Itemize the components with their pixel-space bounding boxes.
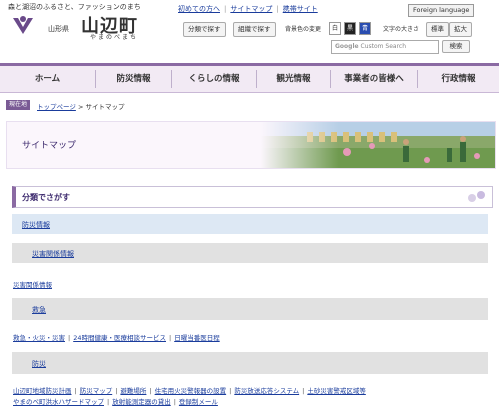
evacuation-site-link[interactable]: 避難場所 (120, 387, 146, 395)
flower-decoration-icon (468, 191, 485, 202)
top-links: 初めての方へ | サイトマップ | 携帯サイト (178, 5, 318, 13)
search-by-category-button[interactable]: 分類で探す (183, 22, 226, 37)
nav-disaster-info[interactable]: 防災情報 (96, 66, 171, 92)
sitemap-link[interactable]: サイトマップ (230, 5, 272, 13)
bg-black-button[interactable]: 黒 (344, 22, 356, 35)
disaster-map-link[interactable]: 防災マップ (80, 387, 113, 395)
town-emblem-icon (13, 16, 33, 34)
breadcrumb-current: サイトマップ (85, 103, 125, 111)
mobile-site-link[interactable]: 携帯サイト (283, 5, 318, 13)
search-brand: Google (335, 43, 359, 50)
category-disaster-info-link[interactable]: 防災情報 (22, 220, 50, 230)
disaster-related-info-link[interactable]: 災害関係情報 (13, 281, 52, 289)
text-size-large-button[interactable]: 拡大 (449, 22, 472, 37)
nav-home[interactable]: ホーム (0, 66, 95, 92)
breadcrumb-badge: 現在地 (6, 100, 31, 110)
subcategory-row: 災害関係情報 (12, 243, 488, 263)
link-line: 山辺町地域防災計画 | 防災マップ | 避難場所 | 住宅用火災警報器の設置 | 防災放送応答シ… (13, 387, 366, 395)
subcategory-disaster-related-link[interactable]: 災害関係情報 (32, 249, 74, 259)
nav-living-info[interactable]: くらしの情報 (172, 66, 256, 92)
nav-administration[interactable]: 行政情報 (418, 66, 499, 92)
subcategory-bousai-link[interactable]: 防災 (32, 359, 46, 369)
breadcrumb-home-link[interactable]: トップページ (37, 103, 76, 111)
subcategory-row: 救急 (12, 298, 488, 320)
subcategory-row: 防災 (12, 352, 488, 374)
breadcrumb-separator: > (77, 103, 84, 111)
breadcrumb: トップページ > サイトマップ (37, 101, 124, 111)
subcategory-emergency-link[interactable]: 救急 (32, 305, 46, 315)
town-reading: やまのべまち (90, 34, 139, 41)
section-title: 分類でさがす (22, 193, 70, 202)
disaster-plan-link[interactable]: 山辺町地域防災計画 (13, 387, 72, 395)
landslide-zone-link[interactable]: 土砂災害警戒区域等 (307, 387, 366, 395)
fire-alarm-link[interactable]: 住宅用火災警報器の設置 (155, 387, 227, 395)
health-consultation-link[interactable]: 24時間健康・医療相談サービス (73, 334, 166, 342)
link-line: 災害関係情報 (13, 279, 52, 289)
text-size-label: 文字の大きさ (383, 26, 420, 33)
banner-photo (7, 122, 495, 168)
search-input[interactable]: Google Custom Search (331, 40, 439, 54)
global-nav: ホーム 防災情報 くらしの情報 観光情報 事業者の皆様へ 行政情報 (0, 63, 499, 93)
sunday-doctor-link[interactable]: 日曜当番医日程 (174, 334, 220, 342)
prefecture-label: 山形県 (48, 25, 69, 33)
bg-blue-button[interactable]: 青 (359, 22, 371, 35)
link-line: 救急・火災・災害 | 24時間健康・医療相談サービス | 日曜当番医日程 (13, 334, 220, 342)
search-button[interactable]: 検索 (442, 40, 470, 53)
foreign-language-button[interactable]: Foreign language (408, 4, 475, 17)
page-title: サイトマップ (22, 141, 77, 151)
page-banner (6, 121, 496, 169)
nav-tourism-info[interactable]: 観光情報 (257, 66, 330, 92)
nav-business[interactable]: 事業者の皆様へ (331, 66, 417, 92)
search-by-organization-button[interactable]: 組織で探す (233, 22, 276, 37)
emergency-fire-disaster-link[interactable]: 救急・火災・災害 (13, 334, 65, 342)
bg-color-label: 背景色の変更 (285, 26, 322, 33)
first-time-link[interactable]: 初めての方へ (178, 5, 220, 13)
site-tagline: 森と湖沼のふるさと、ファッションのまち (8, 3, 141, 11)
bg-white-button[interactable]: 白 (329, 22, 341, 35)
text-size-standard-button[interactable]: 標準 (426, 22, 449, 37)
search-placeholder: Custom Search (360, 43, 407, 50)
section-header: 分類でさがす (12, 186, 493, 208)
broadcast-system-link[interactable]: 防災放送応答システム (234, 387, 299, 395)
category-row: 防災情報 (12, 214, 488, 234)
